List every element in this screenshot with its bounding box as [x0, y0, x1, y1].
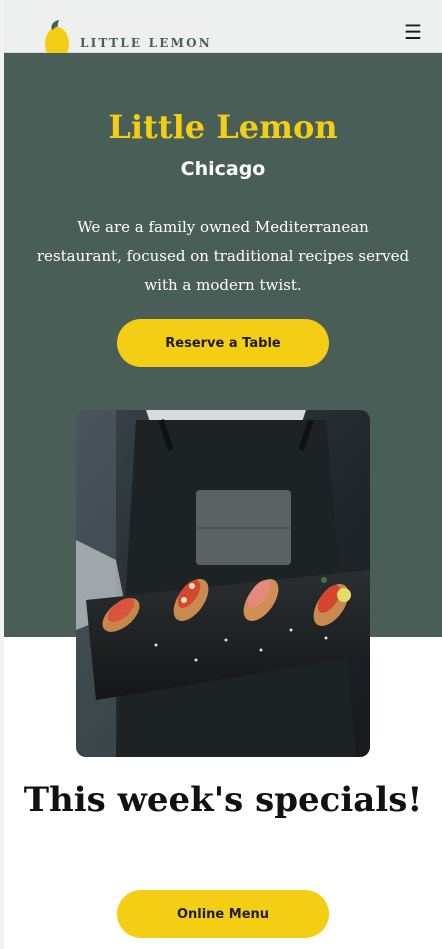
- hero-image: [76, 410, 370, 757]
- specials-heading: This week's specials!: [23, 780, 423, 820]
- hero-city: Chicago: [180, 158, 266, 180]
- hamburger-menu-icon[interactable]: ☰: [404, 22, 422, 42]
- hero-description: We are a family owned Mediterranean rest…: [36, 218, 410, 294]
- brand-wordmark: LITTLE LEMON: [80, 36, 212, 50]
- online-menu-button[interactable]: Online Menu: [117, 890, 329, 938]
- reserve-table-button[interactable]: Reserve a Table: [117, 319, 329, 367]
- site-header: LITTLE LEMON ☰: [4, 0, 442, 61]
- hero-title: Little Lemon: [108, 108, 338, 146]
- app-frame: LITTLE LEMON ☰ Little Lemon Chicago We a…: [4, 0, 442, 949]
